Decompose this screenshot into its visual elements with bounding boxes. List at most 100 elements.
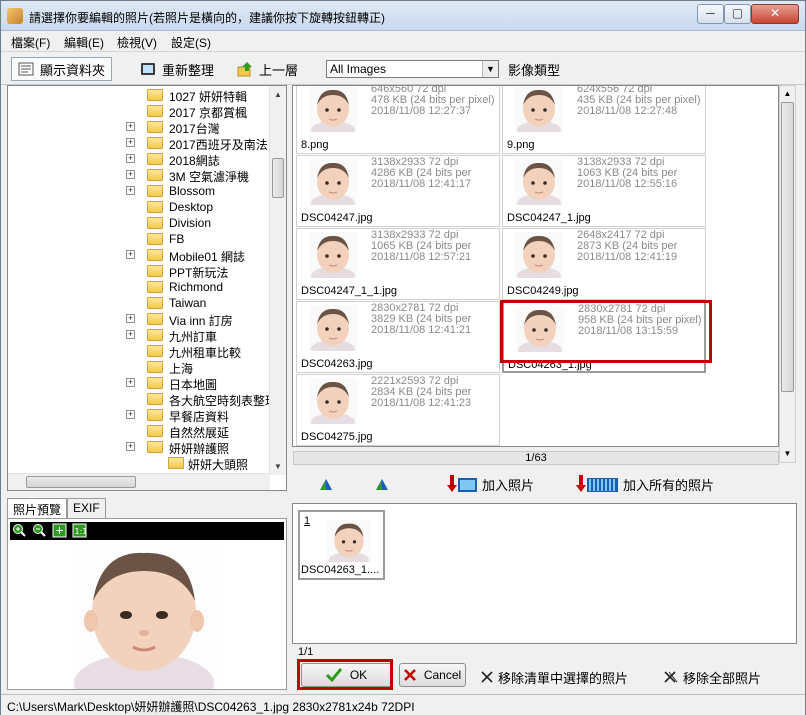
image-filter-select[interactable]: All Images ▼ — [326, 60, 499, 78]
expand-icon[interactable]: + — [126, 314, 135, 323]
show-folders-button[interactable]: 顯示資料夾 — [11, 57, 113, 81]
tree-item[interactable]: 妍妍大頭照 — [8, 455, 270, 472]
expand-icon[interactable]: + — [126, 250, 135, 259]
thumbnail-item[interactable]: 2830x2781 72 dpi 3829 KB (24 bits per 2018… — [296, 301, 500, 373]
tab-preview[interactable]: 照片預覽 — [7, 498, 68, 519]
expand-icon[interactable]: + — [126, 186, 135, 195]
tree-scrollbar[interactable]: ▲ ▼ — [269, 86, 286, 475]
tree-item-label: Division — [169, 216, 212, 230]
tree-item[interactable]: + 日本地圖 — [8, 375, 270, 392]
expand-icon[interactable]: + — [126, 122, 135, 131]
grid-scroll-up-icon[interactable]: ▲ — [780, 86, 795, 102]
zoom-in-icon[interactable] — [12, 523, 27, 538]
tree-item[interactable]: Division — [8, 215, 270, 231]
tree-item[interactable]: +3M 空氣濾淨機 — [8, 167, 270, 184]
add-all-photos-button[interactable]: 加入所有的照片 — [575, 473, 714, 495]
tab-exif[interactable]: EXIF — [67, 498, 106, 518]
selected-item-thumbnail — [327, 520, 371, 562]
folder-tree: 1027 妍妍特輯 2017 京都賞楓 +2017台灣 +2017西班牙及南法 +201… — [7, 85, 287, 491]
tree-item[interactable]: + 九州訂車 — [8, 327, 270, 344]
remove-all-button[interactable]: 移除全部照片 — [664, 667, 761, 687]
scroll-down-icon[interactable]: ▼ — [270, 458, 286, 475]
selected-item[interactable]: 1 DSC04263_1.... — [298, 510, 385, 580]
tree-item[interactable]: 各大航空時刻表整理 — [8, 391, 277, 408]
grid-scroll-thumb[interactable] — [781, 102, 794, 392]
tree-item[interactable]: + Blossom — [8, 183, 270, 199]
expand-icon[interactable]: + — [126, 170, 135, 179]
thumbnail-date: 2018/11/08 12:57:21 — [371, 251, 472, 263]
folder-icon — [168, 457, 184, 469]
folder-icon — [147, 313, 163, 325]
folder-icon — [147, 105, 163, 117]
photo-thumbnail — [309, 86, 357, 132]
expand-icon[interactable]: + — [126, 138, 135, 147]
image-filter-value: All Images — [330, 62, 387, 76]
tree-item[interactable]: 自然然展延 — [8, 423, 270, 440]
tree-item[interactable]: + Mobile01 網誌 — [8, 247, 270, 264]
folder-icon — [147, 425, 163, 437]
menu-settings[interactable]: 設定(S) — [171, 34, 211, 51]
photo-thumbnail — [515, 159, 563, 205]
tree-item[interactable]: 上海 — [8, 359, 270, 376]
tree-item[interactable]: + 妍妍辦護照 — [8, 439, 270, 456]
thumbnail-date: 2018/11/08 12:41:19 — [577, 251, 678, 263]
maximize-button[interactable]: ▢ — [724, 4, 751, 24]
cancel-icon — [403, 669, 416, 681]
tree-item[interactable]: 九州租車比較 — [8, 343, 270, 360]
tree-item[interactable]: Desktop — [8, 199, 270, 215]
thumbnail-item[interactable]: 3138x2933 72 dpi 1065 KB (24 bits per 2018… — [296, 228, 500, 300]
tree-item[interactable]: + 早餐店資料 — [8, 407, 270, 424]
selected-thumbnail-highlight — [500, 300, 712, 363]
thumbnail-item[interactable]: 3138x2933 72 dpi 4286 KB (24 bits per 2018… — [296, 155, 500, 227]
close-button[interactable]: ✕ — [751, 4, 799, 24]
folder-icon — [147, 393, 163, 405]
window-title: 請選擇你要編輯的照片(若照片是橫向的，建議你按下旋轉按鈕轉正) — [29, 11, 385, 25]
menu-edit[interactable]: 編輯(E) — [64, 34, 104, 51]
tree-item[interactable]: +2017西班牙及南法 — [8, 135, 270, 152]
fit-screen-icon[interactable] — [52, 523, 67, 538]
tree-scroll-thumb[interactable] — [272, 158, 284, 198]
expand-icon[interactable]: + — [126, 378, 135, 387]
rotate-left-icon[interactable] — [318, 476, 334, 492]
tree-hscrollbar[interactable] — [8, 473, 270, 490]
up-level-button[interactable]: 上一層 — [231, 57, 304, 81]
thumbnail-grid: 646x560 72 dpi 478 KB (24 bits per pixel)… — [292, 85, 779, 447]
folder-icon — [147, 361, 163, 373]
menu-file[interactable]: 檔案(F) — [11, 34, 50, 51]
menu-view[interactable]: 檢視(V) — [117, 34, 157, 51]
tree-hscroll-thumb[interactable] — [26, 476, 136, 488]
tree-item-label: Taiwan — [169, 296, 207, 310]
minimize-button[interactable]: ─ — [697, 4, 724, 24]
remove-selected-button[interactable]: 移除清單中選擇的照片 — [481, 667, 628, 687]
rotate-right-icon[interactable] — [374, 476, 390, 492]
tree-item[interactable]: +2017台灣 — [8, 119, 270, 136]
scroll-up-icon[interactable]: ▲ — [270, 86, 286, 103]
add-photo-button[interactable]: 加入照片 — [446, 473, 534, 495]
tree-item[interactable]: 1027 妍妍特輯 — [8, 87, 270, 104]
tree-item[interactable]: FB — [8, 231, 270, 247]
thumbnail-item[interactable]: 2648x2417 72 dpi 2873 KB (24 bits per 2018… — [502, 228, 706, 300]
thumbnail-meta: 3138x2933 72 dpi 1065 KB (24 bits per 2018… — [371, 230, 471, 263]
thumbnail-item[interactable]: 624x556 72 dpi 435 KB (24 bits per pixel)… — [502, 86, 706, 154]
tree-item[interactable]: PPT新玩法 — [8, 263, 270, 280]
expand-icon[interactable]: + — [126, 330, 135, 339]
grid-scrollbar[interactable]: ▲ ▼ — [779, 85, 796, 463]
tree-item[interactable]: + Via inn 訂房 — [8, 311, 270, 328]
thumbnail-item[interactable]: 3138x2933 72 dpi 1063 KB (24 bits per 2018… — [502, 155, 706, 227]
tree-item[interactable]: +2018網誌 — [8, 151, 270, 168]
tree-item[interactable]: 2017 京都賞楓 — [8, 103, 270, 120]
thumbnail-item[interactable]: 2221x2593 72 dpi 2834 KB (24 bits per 2018… — [296, 374, 500, 446]
expand-icon[interactable]: + — [126, 154, 135, 163]
expand-icon[interactable]: + — [126, 442, 135, 451]
thumbnail-meta: 2221x2593 72 dpi 2834 KB (24 bits per 2018… — [371, 376, 471, 409]
zoom-out-icon[interactable] — [32, 523, 47, 538]
refresh-button[interactable]: 重新整理 — [134, 57, 220, 81]
actual-size-icon[interactable]: 1:1 — [72, 523, 87, 538]
thumbnail-item[interactable]: 646x560 72 dpi 478 KB (24 bits per pixel)… — [296, 86, 500, 154]
remove-all-label: 移除全部照片 — [683, 670, 762, 686]
cancel-button[interactable]: Cancel — [399, 663, 466, 687]
expand-icon[interactable]: + — [126, 410, 135, 419]
grid-scroll-down-icon[interactable]: ▼ — [780, 446, 795, 462]
tree-item[interactable]: Richmond — [8, 279, 270, 295]
tree-item[interactable]: Taiwan — [8, 295, 270, 311]
